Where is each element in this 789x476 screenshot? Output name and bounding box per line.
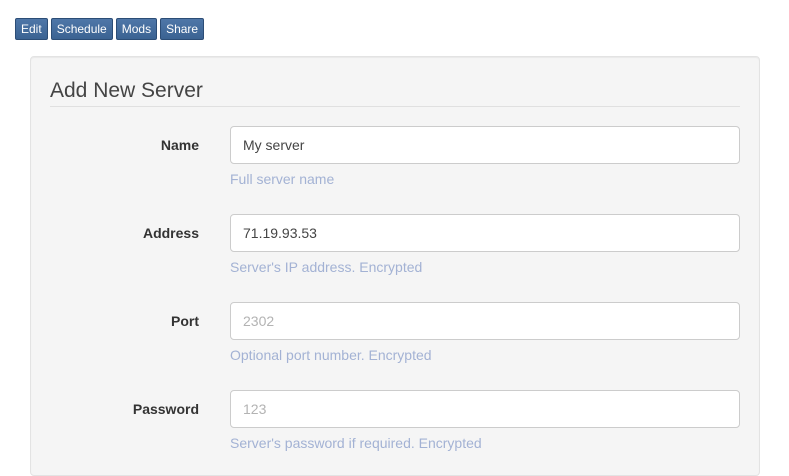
port-help-text: Optional port number. Encrypted: [230, 347, 432, 363]
port-input[interactable]: [230, 302, 740, 340]
address-help-text: Server's IP address. Encrypted: [230, 259, 423, 275]
password-label: Password: [132, 401, 199, 417]
password-help-text: Server's password if required. Encrypted: [230, 435, 482, 451]
add-server-panel: Add New Server Name Full server name Add…: [30, 56, 760, 476]
edit-button[interactable]: Edit: [15, 18, 48, 40]
address-label: Address: [142, 225, 199, 241]
form-title: Add New Server: [50, 77, 740, 107]
mods-button[interactable]: Mods: [115, 18, 158, 40]
toolbar: Edit Schedule Mods Share: [15, 18, 205, 40]
name-label: Name: [160, 137, 199, 153]
name-help-text: Full server name: [230, 171, 335, 187]
share-button[interactable]: Share: [160, 18, 205, 40]
password-input[interactable]: [230, 390, 740, 428]
schedule-button[interactable]: Schedule: [50, 18, 113, 40]
port-label: Port: [171, 313, 199, 329]
name-input[interactable]: [230, 126, 740, 164]
address-input[interactable]: [230, 214, 740, 252]
